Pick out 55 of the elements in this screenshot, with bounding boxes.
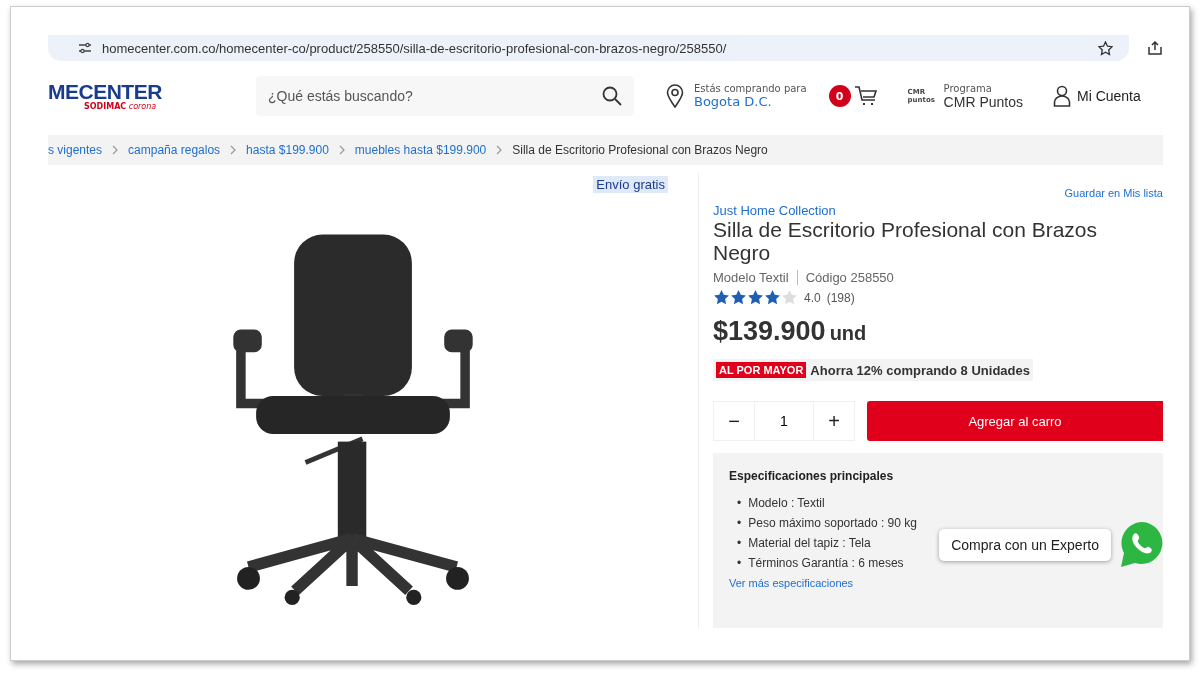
breadcrumb-link[interactable]: muebles hasta $199.900: [354, 143, 487, 157]
site-settings-icon[interactable]: [78, 42, 92, 54]
product-title: Silla de Escritorio Profesional con Brazos Negro: [713, 218, 1098, 264]
bookmark-star-icon[interactable]: [1098, 40, 1113, 56]
user-icon[interactable]: [1052, 85, 1071, 107]
save-to-list-link[interactable]: Guardar en Mis lista: [1064, 187, 1163, 199]
breadcrumb-link[interactable]: hasta $199.900: [246, 143, 329, 157]
spec-item: Peso máximo soportado : 90 kg: [748, 515, 917, 532]
star-icon: [747, 289, 764, 306]
chevron-icon: [230, 145, 237, 155]
cart-icon[interactable]: [853, 85, 878, 107]
cart-count-badge: 0: [828, 85, 851, 107]
account-link[interactable]: Mi Cuenta: [1076, 88, 1141, 104]
spec-item: Términos Garantía : 6 meses: [748, 555, 904, 572]
breadcrumb-link[interactable]: s vigentes: [48, 143, 103, 157]
search-field[interactable]: ¿Qué estás buscando?: [256, 76, 634, 116]
price-unit: und: [829, 322, 867, 345]
wholesale-offer-text: Ahorra 12% comprando 8 Unidades: [810, 362, 1030, 378]
chevron-icon: [496, 145, 503, 155]
brand-link[interactable]: Just Home Collection: [713, 203, 1163, 218]
share-icon[interactable]: [1147, 41, 1163, 55]
location-label: Estás comprando para: [694, 83, 807, 94]
address-bar[interactable]: homecenter.com.co/homecenter-co/product/258550/silla-de-escritorio-profesional-con-brazos-negro/258550/: [48, 35, 1129, 61]
rating-value: 4.0: [804, 290, 821, 305]
wholesale-tag: AL POR MAYOR: [716, 362, 807, 378]
product-code: Código 258550: [796, 270, 894, 285]
free-shipping-badge: Envío gratis: [593, 176, 668, 193]
bullet: •: [737, 515, 742, 532]
specs-title: Especificaciones principales: [729, 469, 895, 483]
chevron-icon: [338, 145, 345, 155]
spec-item: Modelo : Textil: [748, 495, 825, 512]
breadcrumb-link[interactable]: Silla de Escritorio Profesional con Brazos Negro: [512, 143, 768, 157]
url-text: homecenter.com.co/homecenter-co/product/258550/silla-de-escritorio-profesional-con-brazos-negro/258550/: [102, 40, 728, 56]
add-to-cart-button[interactable]: Agregar al carro: [867, 401, 1163, 441]
store-logo[interactable]: MECENTER SODIMAC corona: [48, 81, 198, 111]
chat-tooltip[interactable]: Compra con un Experto: [939, 529, 1111, 561]
bullet: •: [737, 495, 742, 512]
bullet: •: [737, 555, 742, 572]
breadcrumb-link[interactable]: campaña regalos: [128, 143, 221, 157]
bullet: •: [737, 535, 742, 552]
search-icon[interactable]: [602, 86, 622, 106]
spec-item: Material del tapiz : Tela: [748, 535, 871, 552]
chevron-icon: [112, 145, 119, 155]
review-count[interactable]: (198): [826, 290, 855, 305]
location-pin-icon[interactable]: [666, 84, 684, 108]
more-specs-link[interactable]: Ver más especificaciones: [729, 577, 854, 589]
price: $139.900: [713, 316, 826, 347]
model-text: Modelo Textil: [713, 270, 789, 285]
program-label: Programa: [943, 82, 993, 94]
star-icon: [730, 289, 747, 306]
city-link[interactable]: Bogota D.C.: [694, 94, 807, 109]
points-program-name[interactable]: CMR Puntos: [943, 93, 1023, 110]
star-icon: [781, 289, 798, 306]
star-icon: [713, 289, 730, 306]
star-icon: [764, 289, 781, 306]
